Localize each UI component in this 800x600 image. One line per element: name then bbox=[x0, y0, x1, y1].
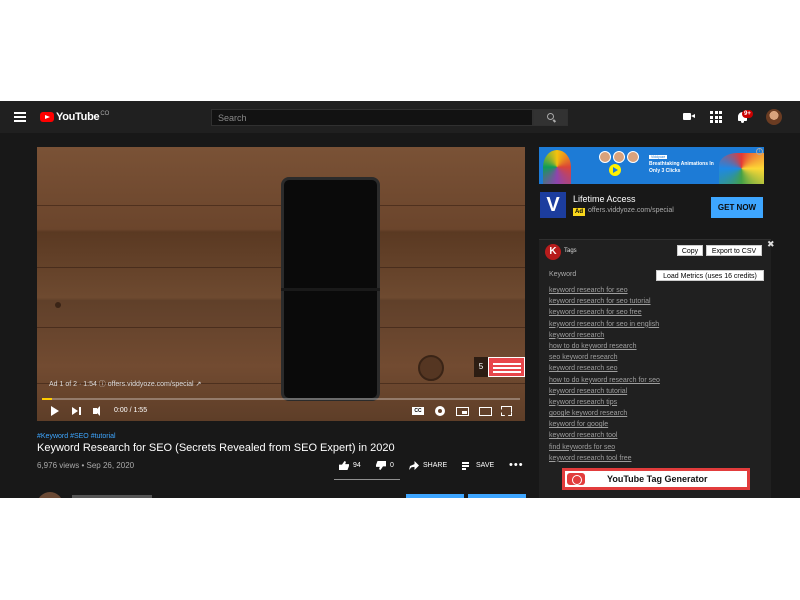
subscribe-button[interactable] bbox=[468, 494, 526, 498]
save-button[interactable]: SAVE bbox=[462, 461, 494, 470]
keyword-link[interactable]: how to do keyword research bbox=[549, 341, 660, 352]
search-icon bbox=[547, 113, 554, 120]
subtitles-button[interactable]: CC bbox=[412, 405, 424, 417]
face-thumbnail bbox=[613, 151, 625, 163]
like-count: 94 bbox=[353, 462, 361, 469]
keyword-link[interactable]: keyword research tool bbox=[549, 430, 660, 441]
banner-tag: Viddyoze bbox=[649, 155, 668, 159]
ad-badge: Ad bbox=[573, 208, 585, 216]
playlist-add-icon bbox=[462, 461, 472, 470]
progress-bar[interactable] bbox=[42, 398, 520, 400]
keyword-link[interactable]: keyword research tool free bbox=[549, 453, 660, 464]
share-label: SHARE bbox=[423, 462, 448, 469]
theater-mode-icon[interactable] bbox=[479, 405, 492, 417]
masthead: YouTube CO Search 9+ bbox=[0, 101, 800, 133]
cc-icon: CC bbox=[412, 407, 424, 415]
face-thumbnail bbox=[599, 151, 611, 163]
advertiser-logo[interactable]: V bbox=[540, 192, 566, 218]
copy-button[interactable]: Copy bbox=[677, 245, 703, 256]
decoration bbox=[543, 150, 571, 184]
youtube-play-icon bbox=[40, 112, 54, 122]
keyword-link[interactable]: seo keyword research bbox=[549, 352, 660, 363]
fullscreen-icon[interactable] bbox=[501, 405, 512, 417]
banner-headline: Breathtaking Animations In bbox=[649, 161, 714, 167]
wood-knot bbox=[55, 302, 61, 308]
video-hashtags[interactable]: #Keyword #SEO #tutorial bbox=[37, 433, 116, 440]
next-button[interactable] bbox=[72, 405, 82, 417]
export-csv-button[interactable]: Export to CSV bbox=[706, 245, 762, 256]
dislike-button[interactable]: 0 bbox=[376, 461, 394, 470]
ad-banner-image[interactable]: Viddyoze Breathtaking Animations In Only… bbox=[539, 147, 764, 184]
wood-knot bbox=[418, 355, 444, 381]
keyword-link[interactable]: keyword research seo bbox=[549, 363, 660, 374]
load-metrics-button[interactable]: Load Metrics (uses 16 credits) bbox=[656, 270, 764, 281]
progress-fill bbox=[42, 398, 52, 400]
search-input[interactable]: Search bbox=[211, 109, 533, 126]
more-actions-icon[interactable]: ••• bbox=[509, 460, 524, 471]
settings-gear-icon[interactable] bbox=[434, 405, 446, 417]
menu-icon[interactable] bbox=[14, 112, 26, 122]
share-icon bbox=[409, 461, 419, 470]
decoration bbox=[719, 153, 764, 184]
video-player[interactable]: Ad 1 of 2 · 1:54 ⓘ offers.viddyoze.com/s… bbox=[37, 147, 525, 421]
ad-countdown: 5 bbox=[474, 357, 488, 377]
close-panel-icon[interactable]: ✖ bbox=[767, 239, 775, 250]
ad-title[interactable]: Lifetime Access bbox=[573, 194, 636, 204]
tag-generator-icon bbox=[567, 473, 585, 485]
ad-info-icon[interactable]: i bbox=[756, 148, 763, 155]
keyword-link[interactable]: keyword research for seo free bbox=[549, 307, 660, 318]
keyword-link[interactable]: keyword for google bbox=[549, 419, 660, 430]
video-meta: 6,976 views • Sep 26, 2020 bbox=[37, 461, 135, 470]
like-ratio-bar bbox=[334, 479, 400, 480]
search-button[interactable] bbox=[533, 109, 568, 126]
keyword-link[interactable]: keyword research bbox=[549, 330, 660, 341]
phone-image bbox=[281, 177, 380, 401]
apps-icon[interactable] bbox=[710, 111, 722, 123]
keyword-link[interactable]: keyword research tutorial bbox=[549, 386, 660, 397]
keyword-link[interactable]: keyword research for seo in english bbox=[549, 319, 660, 330]
keyword-link[interactable]: keyword research for seo tutorial bbox=[549, 296, 660, 307]
keyword-link[interactable]: find keywords for seo bbox=[549, 442, 660, 453]
ad-preview-thumbnail[interactable] bbox=[488, 357, 525, 377]
banner-subline: Only 3 Clicks bbox=[649, 168, 681, 174]
youtube-window: YouTube CO Search 9+ Ad 1 of 2 · 1:54 ⓘ … bbox=[0, 101, 800, 498]
channel-name[interactable] bbox=[72, 495, 152, 498]
tags-label: Tags bbox=[564, 248, 577, 254]
ad-info-text[interactable]: Ad 1 of 2 · 1:54 ⓘ offers.viddyoze.com/s… bbox=[49, 379, 201, 389]
create-video-icon[interactable] bbox=[683, 111, 696, 123]
tags-panel: K Tags Copy Export to CSV Keyword Load M… bbox=[539, 239, 771, 498]
account-avatar[interactable] bbox=[766, 109, 782, 125]
dislike-count: 0 bbox=[390, 462, 394, 469]
join-button[interactable] bbox=[406, 494, 464, 498]
logo-country-code: CO bbox=[100, 110, 110, 117]
play-button[interactable] bbox=[50, 405, 60, 417]
video-title: Keyword Research for SEO (Secrets Reveal… bbox=[37, 442, 395, 454]
banner-play-icon bbox=[609, 164, 621, 176]
thumbs-up-icon bbox=[339, 461, 349, 470]
thumbs-down-icon bbox=[376, 461, 386, 470]
time-display: 0:00 / 1:55 bbox=[114, 407, 148, 414]
keyword-link[interactable]: keyword research for seo bbox=[549, 285, 660, 296]
save-label: SAVE bbox=[476, 462, 495, 469]
tag-generator-label: YouTube Tag Generator bbox=[607, 474, 708, 484]
logo-text: YouTube bbox=[56, 111, 100, 123]
youtube-tag-generator-banner[interactable]: YouTube Tag Generator bbox=[562, 468, 750, 490]
channel-avatar[interactable] bbox=[37, 492, 63, 498]
keyword-link[interactable]: keyword research tips bbox=[549, 397, 660, 408]
keyword-link[interactable]: google keyword research bbox=[549, 408, 660, 419]
volume-icon[interactable] bbox=[93, 405, 105, 417]
like-button[interactable]: 94 bbox=[339, 461, 361, 470]
keyword-link[interactable]: how to do keyword research for seo bbox=[549, 375, 660, 386]
get-now-button[interactable]: GET NOW bbox=[711, 197, 763, 218]
keyword-list: keyword research for seo keyword researc… bbox=[549, 285, 660, 464]
share-button[interactable]: SHARE bbox=[409, 461, 447, 470]
miniplayer-icon[interactable] bbox=[456, 405, 469, 417]
youtube-logo[interactable]: YouTube CO bbox=[40, 110, 109, 124]
ad-url[interactable]: offers.viddyoze.com/special bbox=[588, 207, 674, 214]
keywords-extension-logo: K bbox=[545, 244, 561, 260]
keyword-column-header: Keyword bbox=[549, 271, 577, 278]
face-thumbnail bbox=[627, 151, 639, 163]
notification-badge: 9+ bbox=[742, 110, 753, 118]
